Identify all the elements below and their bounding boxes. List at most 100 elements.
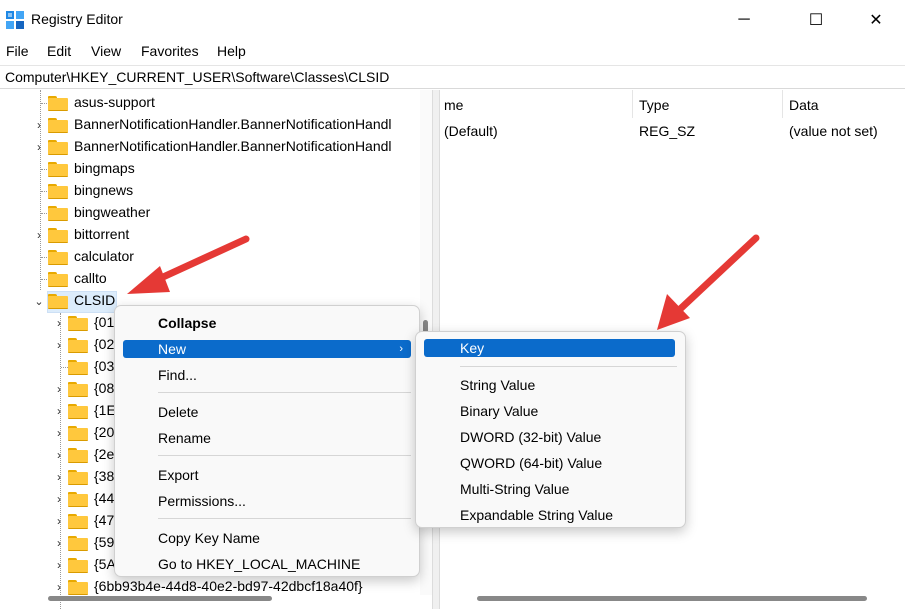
menu-favorites[interactable]: Favorites (141, 40, 199, 59)
folder-icon (68, 338, 88, 353)
chevron-right-icon[interactable]: › (53, 510, 65, 532)
folder-icon (48, 118, 68, 133)
menu-item-goto-hklm[interactable]: Go to HKEY_LOCAL_MACHINE (123, 555, 411, 573)
folder-icon (68, 404, 88, 419)
tree-node-label: calculator (74, 248, 134, 264)
submenu-item-qword-value[interactable]: QWORD (64-bit) Value (424, 454, 675, 472)
context-menu: Collapse New › Find... Delete Rename Exp… (114, 305, 420, 577)
tree-node-label: BannerNotificationHandler.BannerNotifica… (74, 138, 392, 154)
tree-node[interactable]: bingweather (0, 202, 420, 224)
menu-item-export[interactable]: Export (123, 466, 411, 484)
menu-item-rename[interactable]: Rename (123, 429, 411, 447)
chevron-right-icon[interactable]: › (53, 444, 65, 466)
chevron-right-icon[interactable]: › (53, 488, 65, 510)
chevron-right-icon[interactable]: › (53, 334, 65, 356)
folder-icon (68, 426, 88, 441)
folder-icon (68, 448, 88, 463)
folder-icon (48, 250, 68, 265)
tree-node-label: BannerNotificationHandler.BannerNotifica… (74, 116, 392, 132)
menu-item-new[interactable]: New › (123, 340, 411, 358)
value-name-cell[interactable]: (Default) (444, 123, 498, 139)
menu-item-copy-key-name[interactable]: Copy Key Name (123, 529, 411, 547)
chevron-down-icon[interactable]: ⌄ (33, 290, 45, 312)
submenu-item-expandable-string-value[interactable]: Expandable String Value (424, 506, 675, 524)
chevron-right-icon[interactable]: › (53, 532, 65, 554)
column-divider[interactable] (632, 90, 633, 118)
title-bar: Registry Editor ─ ☐ ✕ (0, 0, 905, 40)
maximize-button[interactable]: ☐ (793, 0, 839, 40)
column-header-name[interactable]: me (444, 97, 463, 113)
menu-item-find[interactable]: Find... (123, 366, 411, 384)
minimize-icon: ─ (738, 11, 750, 28)
tree-node-label: bingnews (74, 182, 134, 198)
tree-node[interactable]: asus-support (0, 92, 420, 114)
tree-node[interactable]: › bittorrent (0, 224, 420, 246)
address-bar[interactable]: Computer\HKEY_CURRENT_USER\Software\Clas… (0, 65, 905, 89)
chevron-right-icon[interactable]: › (33, 136, 45, 158)
folder-icon (48, 228, 68, 243)
chevron-right-icon[interactable]: › (33, 224, 45, 246)
close-icon: ✕ (869, 12, 883, 29)
tree-node[interactable]: bingnews (0, 180, 420, 202)
tree-node-label: {01 (94, 314, 115, 330)
menu-separator (158, 392, 411, 393)
value-data-cell: (value not set) (789, 123, 878, 139)
chevron-right-icon[interactable]: › (53, 576, 65, 598)
submenu-item-binary-value[interactable]: Binary Value (424, 402, 675, 420)
folder-icon (48, 272, 68, 287)
tree-node-label: {47 (94, 512, 115, 528)
submenu-item-multi-string-value[interactable]: Multi-String Value (424, 480, 675, 498)
menu-view[interactable]: View (91, 40, 121, 59)
column-header-type[interactable]: Type (639, 97, 669, 113)
chevron-right-icon: › (399, 343, 403, 355)
tree-node-label: {02 (94, 336, 115, 352)
folder-icon (68, 360, 88, 375)
menu-separator (460, 366, 677, 367)
submenu-item-dword-value[interactable]: DWORD (32-bit) Value (424, 428, 675, 446)
tree-node-label: {08 (94, 380, 115, 396)
folder-icon (48, 140, 68, 155)
close-button[interactable]: ✕ (853, 0, 899, 40)
folder-icon (68, 536, 88, 551)
folder-icon (68, 316, 88, 331)
tree-node[interactable]: calculator (0, 246, 420, 268)
menu-separator (158, 518, 411, 519)
menu-item-new-label: New (158, 341, 187, 357)
column-divider[interactable] (782, 90, 783, 118)
chevron-right-icon[interactable]: › (53, 378, 65, 400)
tree-node-label: {03 (94, 358, 115, 374)
menu-item-delete[interactable]: Delete (123, 403, 411, 421)
chevron-right-icon[interactable]: › (53, 554, 65, 576)
menu-file[interactable]: File (6, 40, 29, 59)
tree-node-label: bingmaps (74, 160, 135, 176)
chevron-right-icon[interactable]: › (33, 114, 45, 136)
tree-node[interactable]: › BannerNotificationHandler.BannerNotifi… (0, 136, 420, 158)
menu-help[interactable]: Help (217, 40, 246, 59)
tree-node[interactable]: callto (0, 268, 420, 290)
tree-node-label: CLSID (74, 292, 116, 308)
tree-node-label: {38 (94, 468, 115, 484)
chevron-right-icon[interactable]: › (53, 400, 65, 422)
tree-node-label: callto (74, 270, 107, 286)
submenu-item-string-value[interactable]: String Value (424, 376, 675, 394)
submenu-item-key[interactable]: Key (424, 339, 675, 357)
column-header-data[interactable]: Data (789, 97, 819, 113)
folder-icon (48, 96, 68, 111)
chevron-right-icon[interactable]: › (53, 422, 65, 444)
tree-horizontal-scroll-thumb[interactable] (48, 596, 272, 601)
minimize-button[interactable]: ─ (721, 0, 767, 40)
tree-node-label: {59 (94, 534, 115, 550)
tree-node[interactable]: bingmaps (0, 158, 420, 180)
tree-node-label: asus-support (74, 94, 155, 110)
window-title: Registry Editor (31, 11, 123, 27)
new-submenu: Key String Value Binary Value DWORD (32-… (415, 331, 686, 528)
chevron-right-icon[interactable]: › (53, 466, 65, 488)
tree-node[interactable]: › BannerNotificationHandler.BannerNotifi… (0, 114, 420, 136)
tree-node-child[interactable]: › {6bb93b4e-44d8-40e2-bd97-42dbcf18a40f} (0, 576, 420, 598)
menu-item-collapse[interactable]: Collapse (123, 314, 411, 332)
list-horizontal-scroll-thumb[interactable] (477, 596, 867, 601)
chevron-right-icon[interactable]: › (53, 312, 65, 334)
menu-edit[interactable]: Edit (47, 40, 71, 59)
menu-item-permissions[interactable]: Permissions... (123, 492, 411, 510)
maximize-icon: ☐ (808, 12, 824, 29)
